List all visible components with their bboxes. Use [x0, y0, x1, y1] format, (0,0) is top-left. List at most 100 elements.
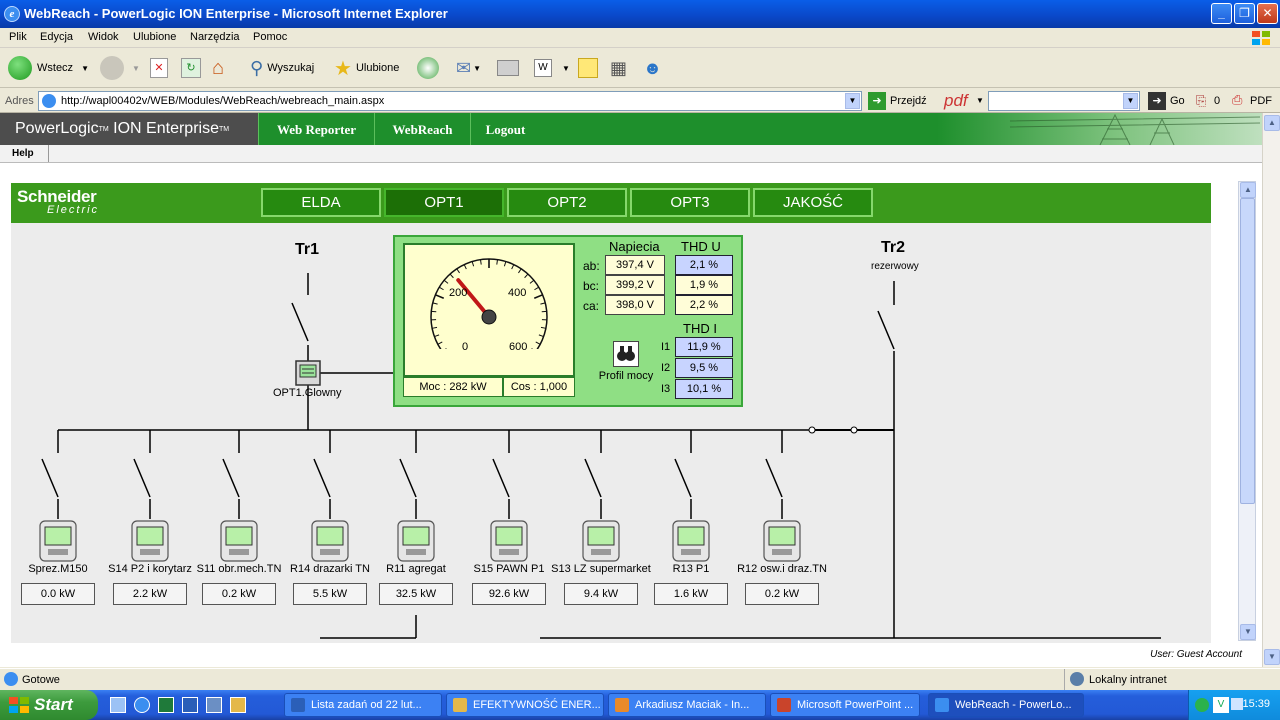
- tab-opt3[interactable]: OPT3: [630, 188, 750, 217]
- feeder-power-readout: 32.5 kW: [379, 583, 453, 605]
- gauge-tick-0: 0: [462, 341, 469, 353]
- scroll-down-icon[interactable]: ▼: [1264, 649, 1280, 665]
- pdf-icon: ⎙: [1232, 92, 1243, 107]
- close-button[interactable]: ✕: [1257, 3, 1278, 24]
- pdf-logo[interactable]: pdf: [944, 91, 968, 111]
- word-icon[interactable]: [182, 697, 198, 713]
- show-desktop-icon[interactable]: [110, 697, 126, 713]
- back-button[interactable]: Wstecz ▼: [8, 56, 89, 80]
- mail-icon: ✉: [456, 57, 472, 78]
- schneider-logo: Schneider Electric: [17, 187, 100, 216]
- scada-header: Schneider Electric ELDA OPT1 OPT2 OPT3 JA…: [11, 183, 1211, 223]
- print-button[interactable]: [497, 56, 519, 80]
- tr2-subtitle: rezerwowy: [871, 261, 919, 272]
- gauge-tick: [496, 259, 499, 265]
- nav-web-reporter[interactable]: Web Reporter: [258, 113, 374, 145]
- scroll-up-icon[interactable]: ▲: [1240, 182, 1256, 198]
- ie-quicklaunch-icon[interactable]: [134, 697, 150, 713]
- menu-ulubione[interactable]: Ulubione: [133, 31, 176, 43]
- start-button[interactable]: Start: [0, 690, 98, 720]
- chevron-down-icon[interactable]: ▼: [562, 64, 570, 73]
- task-webreach[interactable]: WebReach - PowerLo...: [928, 693, 1084, 717]
- gauge-tick: [534, 286, 540, 291]
- window-title: WebReach - PowerLogic ION Enterprise - M…: [24, 6, 448, 21]
- folder-icon[interactable]: [230, 697, 246, 713]
- powerpoint-icon: [777, 698, 791, 712]
- voltage-ab: 397,4 V: [605, 255, 665, 275]
- print-icon: [497, 60, 519, 76]
- task-powerpoint[interactable]: Microsoft PowerPoint ...: [770, 693, 920, 717]
- scroll-up-icon[interactable]: ▲: [1264, 115, 1280, 131]
- history-button[interactable]: [417, 56, 439, 80]
- nav-logout[interactable]: Logout: [470, 113, 540, 145]
- highlight-icon[interactable]: ⎘: [1196, 93, 1206, 109]
- maximize-button[interactable]: ❐: [1234, 3, 1255, 24]
- thdi-1: 11,9 %: [675, 337, 733, 357]
- forward-button[interactable]: ▼: [100, 56, 140, 80]
- chevron-down-icon[interactable]: ▼: [976, 96, 984, 105]
- menu-edycja[interactable]: Edycja: [40, 31, 73, 43]
- scroll-down-icon[interactable]: ▼: [1240, 624, 1256, 640]
- chevron-down-icon[interactable]: ▼: [81, 64, 89, 73]
- note-button[interactable]: [578, 56, 598, 80]
- messenger-button[interactable]: ☻: [643, 56, 662, 80]
- feeder-breaker: [133, 458, 151, 498]
- feeder-label[interactable]: R12 osw.i draz.TN: [722, 563, 842, 575]
- tab-elda[interactable]: ELDA: [261, 188, 381, 217]
- edit-button[interactable]: W ▼: [534, 56, 570, 80]
- pdf-search-input[interactable]: ▼: [988, 91, 1140, 111]
- task-arkadiusz[interactable]: Arkadiusz Maciak - In...: [608, 693, 766, 717]
- chevron-down-icon[interactable]: ▼: [132, 64, 140, 73]
- go-button[interactable]: ➜ Przejdź: [868, 92, 927, 110]
- network-icon[interactable]: [1231, 698, 1243, 710]
- mail-button[interactable]: ✉ ▼: [456, 56, 481, 80]
- tab-opt2[interactable]: OPT2: [507, 188, 627, 217]
- messenger-icon: ☻: [643, 57, 662, 78]
- scroll-thumb[interactable]: [1240, 198, 1255, 504]
- menu-widok[interactable]: Widok: [88, 31, 119, 43]
- page-scrollbar[interactable]: ▲ ▼: [1238, 181, 1256, 641]
- profil-mocy-button[interactable]: Profil mocy: [595, 341, 657, 382]
- task-efektywnosc[interactable]: EFEKTYWNOŚĆ ENER...: [446, 693, 604, 717]
- chevron-down-icon[interactable]: ▼: [1123, 93, 1138, 109]
- menu-pomoc[interactable]: Pomoc: [253, 31, 287, 43]
- menu-plik[interactable]: Plik: [9, 31, 27, 43]
- tab-jakosc[interactable]: JAKOŚĆ: [753, 188, 873, 217]
- go2-button[interactable]: ➜ Go: [1148, 92, 1185, 110]
- address-bar: Adres http://wapl00402v/WEB/Modules/WebR…: [0, 89, 1280, 113]
- windows-flag-icon: [1252, 31, 1270, 45]
- address-input[interactable]: http://wapl00402v/WEB/Modules/WebReach/w…: [38, 91, 862, 111]
- main-meter-label[interactable]: OPT1.Glowny: [273, 387, 341, 399]
- home-button[interactable]: ⌂: [212, 56, 224, 80]
- tab-opt1[interactable]: OPT1: [384, 188, 504, 217]
- nav-webreach[interactable]: WebReach: [374, 113, 470, 145]
- feeder-meter-display: [136, 526, 164, 546]
- page-icon: [4, 672, 18, 686]
- feeder-power-readout: 0.2 kW: [745, 583, 819, 605]
- address-dropdown-icon[interactable]: ▼: [845, 93, 860, 109]
- clock[interactable]: 15:39: [1242, 698, 1270, 710]
- search-button[interactable]: ⚲ Wyszukaj: [250, 56, 314, 80]
- menu-narzedzia[interactable]: Narzędzia: [190, 31, 240, 43]
- research-button[interactable]: ▦: [610, 56, 627, 80]
- feeder-power-readout: 5.5 kW: [293, 583, 367, 605]
- window-titlebar[interactable]: e WebReach - PowerLogic ION Enterprise -…: [0, 0, 1280, 28]
- feeder-meter-base: [48, 549, 68, 555]
- chevron-down-icon[interactable]: ▼: [473, 64, 481, 73]
- browser-scrollbar[interactable]: ▲ ▼: [1262, 113, 1280, 667]
- task-lista-zadan[interactable]: Lista zadań od 22 lut...: [284, 693, 442, 717]
- app-icon[interactable]: [206, 697, 222, 713]
- favorites-button[interactable]: ★ Ulubione: [334, 56, 399, 80]
- pdf-button[interactable]: PDF: [1250, 95, 1272, 107]
- security-icon[interactable]: [1195, 698, 1209, 712]
- stop-button[interactable]: ✕: [150, 56, 168, 80]
- word-icon: W: [534, 59, 552, 77]
- refresh-button[interactable]: ↻: [181, 56, 201, 80]
- go-arrow-icon: ➜: [868, 92, 886, 110]
- antivirus-icon[interactable]: V: [1213, 697, 1229, 713]
- help-link[interactable]: Help: [12, 148, 34, 159]
- minimize-button[interactable]: _: [1211, 3, 1232, 24]
- excel-icon[interactable]: [158, 697, 174, 713]
- feeder-meter-display: [495, 526, 523, 546]
- folder-icon: [453, 698, 467, 712]
